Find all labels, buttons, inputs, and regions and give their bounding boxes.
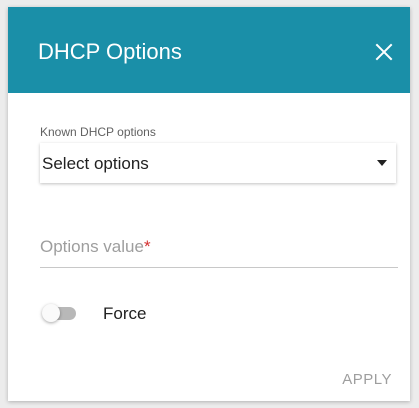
- known-options-label: Known DHCP options: [40, 125, 156, 139]
- dropdown-arrow-icon: [377, 160, 387, 166]
- dialog-title: DHCP Options: [38, 39, 182, 64]
- apply-button[interactable]: APPLY: [342, 371, 392, 388]
- toggle-knob: [42, 304, 60, 322]
- close-icon: [375, 43, 393, 61]
- dialog-header: DHCP Options: [8, 7, 410, 93]
- options-value-placeholder: Options value*: [40, 237, 151, 256]
- options-value-input[interactable]: Options value*: [40, 233, 398, 268]
- known-options-select[interactable]: Select options: [40, 143, 396, 183]
- required-marker: *: [143, 237, 151, 256]
- force-toggle[interactable]: [42, 303, 78, 323]
- known-options-selected-value: Select options: [42, 154, 149, 173]
- dhcp-options-dialog: DHCP Options Known DHCP options Select o…: [8, 7, 410, 401]
- force-label: Force: [103, 304, 147, 323]
- close-button[interactable]: [372, 40, 396, 64]
